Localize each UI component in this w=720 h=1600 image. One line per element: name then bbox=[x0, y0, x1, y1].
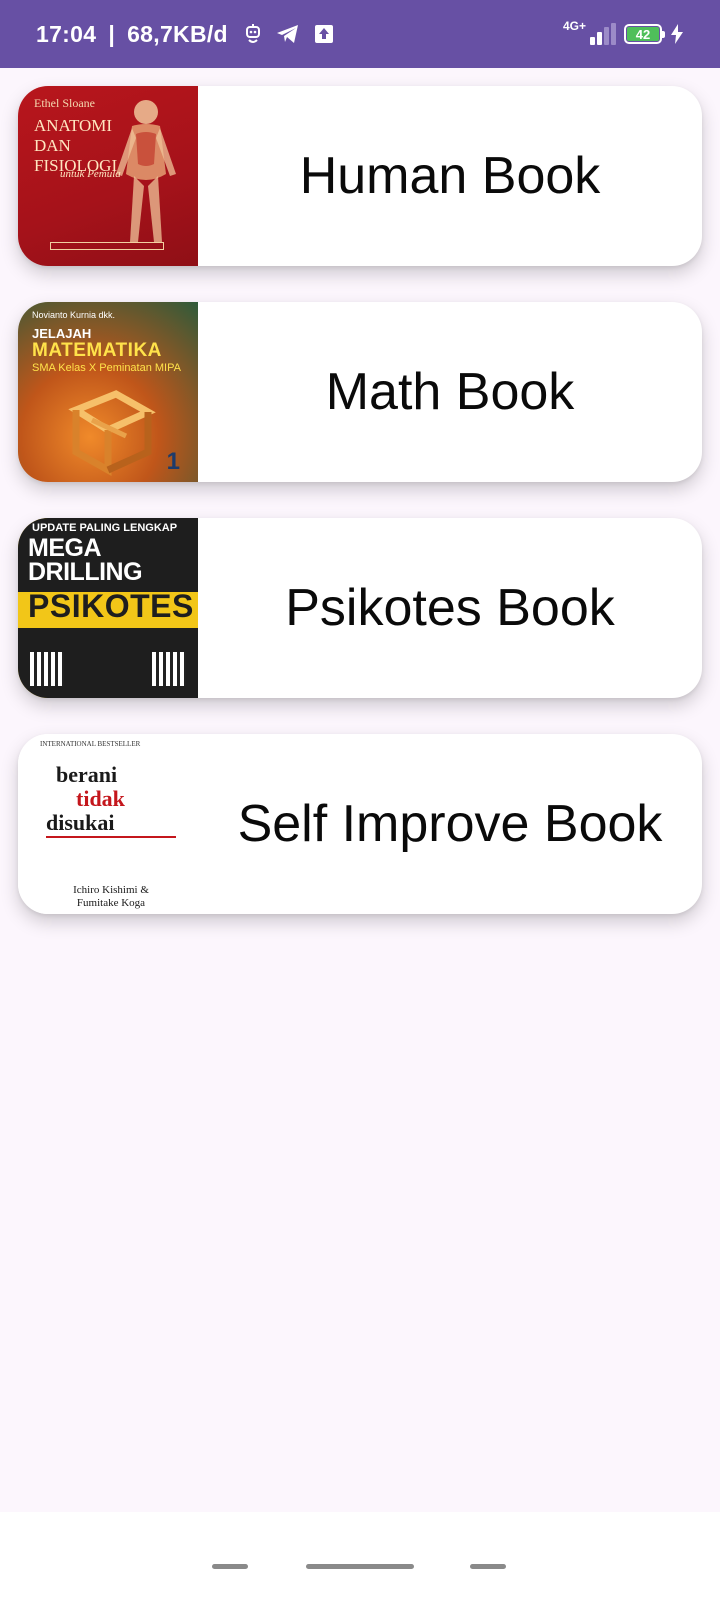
book-cover-self-improve: INTERNATIONAL BESTSELLER berani tidak di… bbox=[18, 734, 198, 914]
cover-subtitle: untuk Pemula bbox=[60, 168, 121, 180]
book-cover-math: Novianto Kurnia dkk. JELAJAH MATEMATIKA … bbox=[18, 302, 198, 482]
cover-subtitle: PSIKOTES bbox=[28, 588, 194, 624]
status-bar: 17:04 | 68,7KB/d 4G+ 42 bbox=[0, 0, 720, 68]
cover-publisher-bar bbox=[50, 242, 164, 250]
book-cover-human: Ethel Sloane ANATOMI DAN FISIOLOGI untuk… bbox=[18, 86, 198, 266]
cover-title: MATEMATIKA bbox=[32, 340, 162, 361]
status-speed: 68,7KB/d bbox=[127, 20, 228, 47]
book-card-math[interactable]: Novianto Kurnia dkk. JELAJAH MATEMATIKA … bbox=[18, 302, 702, 482]
status-time: 17:04 bbox=[36, 20, 97, 47]
status-right: 4G+ 42 bbox=[563, 19, 684, 45]
upload-icon bbox=[314, 25, 333, 43]
book-title: Math Book bbox=[325, 363, 575, 421]
cover-rule bbox=[46, 836, 176, 838]
cover-title-line2: tidak bbox=[76, 786, 125, 811]
cover-volume-number: 1 bbox=[166, 448, 180, 475]
book-title: Self Improve Book bbox=[237, 795, 663, 853]
cover-subtitle: SMA Kelas X Peminatan MIPA bbox=[32, 362, 181, 374]
battery-level: 42 bbox=[627, 27, 659, 42]
battery-icon: 42 bbox=[624, 24, 665, 44]
charging-icon bbox=[671, 24, 683, 44]
book-card-psikotes[interactable]: UPDATE PALING LENGKAP MEGA DRILLING PSIK… bbox=[18, 518, 702, 698]
cover-title-line3: disukai bbox=[46, 810, 115, 835]
qr-code-icon bbox=[30, 652, 64, 686]
menu-nav-button[interactable] bbox=[212, 1564, 248, 1569]
cover-tagline: UPDATE PALING LENGKAP bbox=[32, 522, 178, 534]
book-card-human[interactable]: Ethel Sloane ANATOMI DAN FISIOLOGI untuk… bbox=[18, 86, 702, 266]
status-notification-icons bbox=[244, 24, 334, 44]
book-title: Psikotes Book bbox=[285, 579, 615, 637]
cover-author: Ethel Sloane bbox=[34, 96, 95, 110]
telegram-icon bbox=[276, 25, 298, 43]
robot-icon bbox=[245, 24, 260, 43]
status-left: 17:04 | 68,7KB/d bbox=[36, 21, 334, 48]
back-nav-button[interactable] bbox=[470, 1564, 506, 1569]
qr-code-icon bbox=[152, 652, 186, 686]
book-cover-psikotes: UPDATE PALING LENGKAP MEGA DRILLING PSIK… bbox=[18, 518, 198, 698]
book-title: Human Book bbox=[299, 147, 601, 205]
cover-authors: Ichiro Kishimi & Fumitake Koga bbox=[73, 884, 149, 909]
cube-sculpture-icon bbox=[68, 390, 156, 476]
cover-title-line1: berani bbox=[56, 762, 118, 787]
signal-icon bbox=[590, 23, 616, 45]
cover-tagline: INTERNATIONAL BESTSELLER bbox=[40, 740, 141, 748]
cover-title-top: JELAJAH bbox=[32, 326, 92, 341]
status-separator: | bbox=[108, 20, 116, 47]
navigation-bar bbox=[0, 1512, 720, 1600]
network-type: 4G+ bbox=[562, 19, 586, 33]
cover-title: MEGA DRILLING bbox=[28, 534, 143, 586]
cover-author: Novianto Kurnia dkk. bbox=[32, 310, 116, 320]
book-card-self-improve[interactable]: INTERNATIONAL BESTSELLER berani tidak di… bbox=[18, 734, 702, 914]
home-nav-button[interactable] bbox=[306, 1564, 414, 1569]
